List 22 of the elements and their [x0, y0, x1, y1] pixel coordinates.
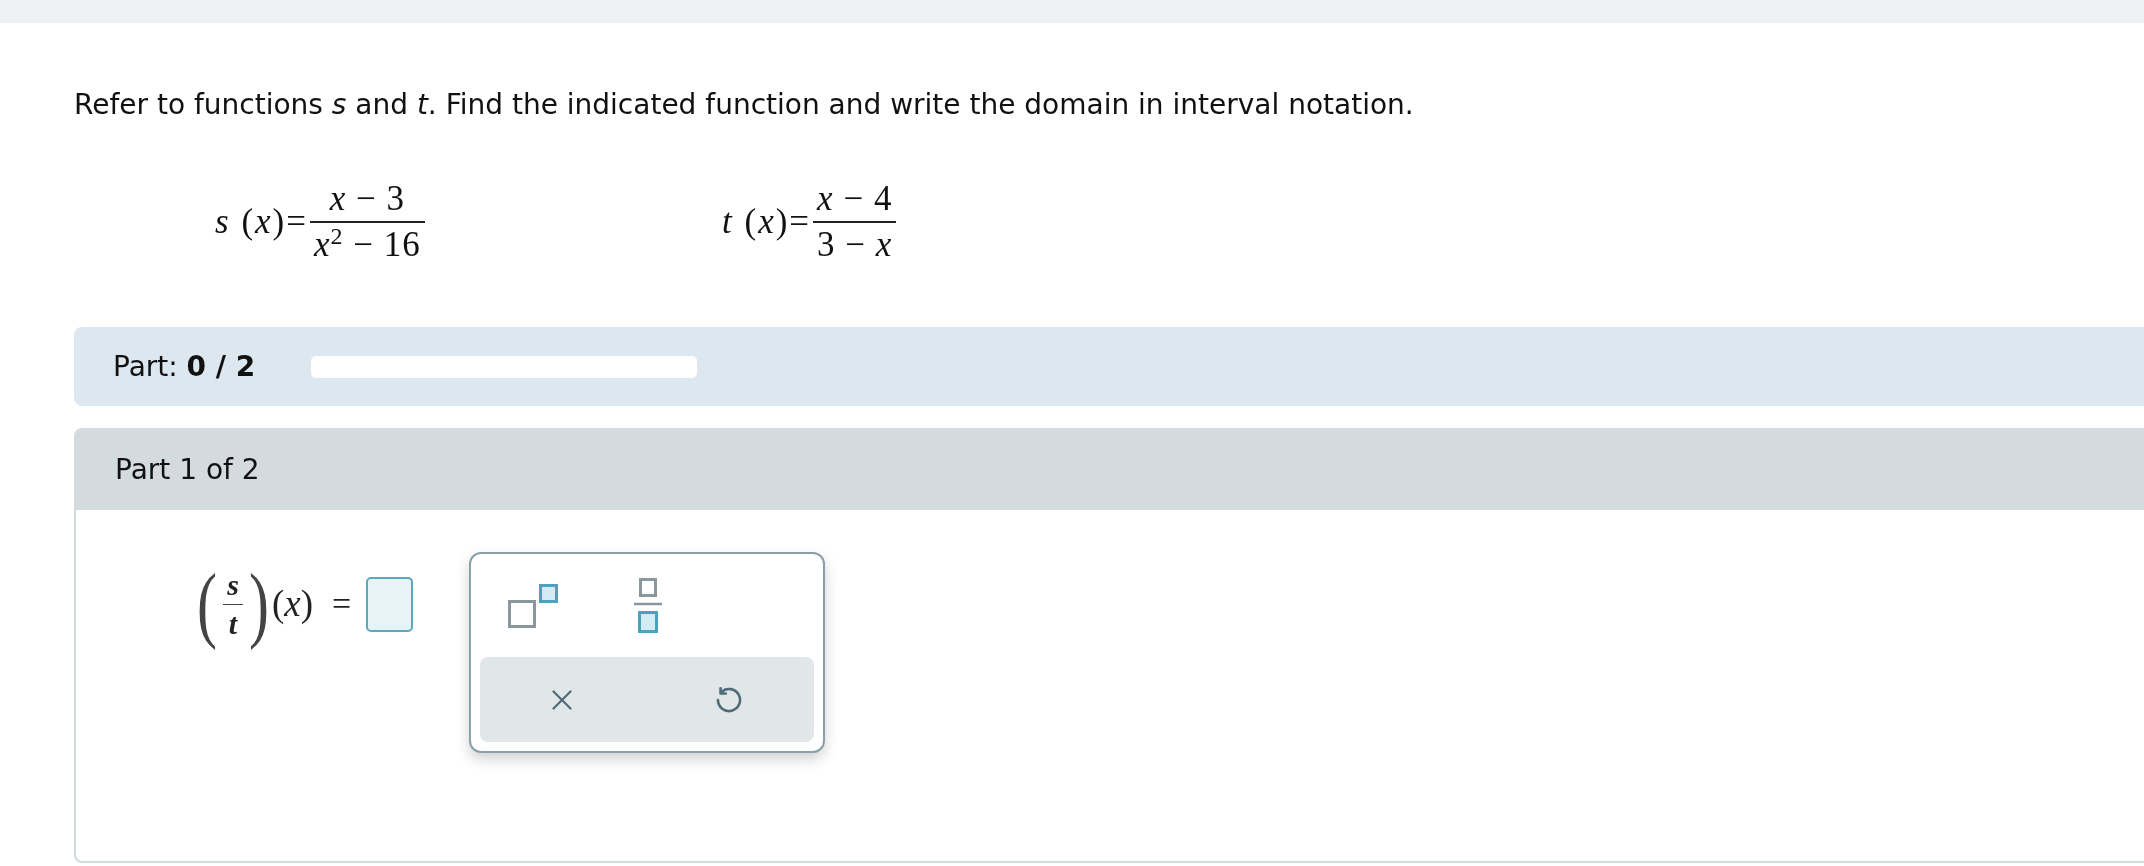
- part-title: Part 1 of 2: [115, 454, 260, 486]
- progress-label: Part: 0 / 2: [113, 350, 256, 383]
- close-icon: [552, 689, 573, 710]
- undo-icon: [716, 686, 743, 713]
- undo-button[interactable]: [716, 686, 743, 713]
- fraction-numerator: x − 4: [815, 180, 894, 218]
- superscript-icon: [508, 583, 559, 628]
- fraction-numerator: x − 3: [328, 180, 407, 218]
- function-argument: (x): [271, 583, 314, 625]
- fraction-denominator: 3 − x: [816, 226, 894, 264]
- fraction-button[interactable]: [634, 577, 663, 634]
- fraction-numerator: s: [227, 569, 239, 600]
- clear-button[interactable]: [552, 689, 573, 710]
- equals-sign: =: [332, 584, 352, 624]
- superscript-button[interactable]: [508, 583, 559, 628]
- function-label: s (x)=: [215, 203, 308, 241]
- answer-box[interactable]: [366, 576, 414, 632]
- instructions: Refer to functions s and t. Find the indicated function and write the domain in interval notation.: [74, 89, 1415, 121]
- function-label: t (x)=: [722, 203, 812, 241]
- fraction-icon: [634, 577, 663, 634]
- fraction-denominator: t: [228, 608, 238, 639]
- fraction-denominator: x$^{2}$ − 16: [312, 226, 422, 264]
